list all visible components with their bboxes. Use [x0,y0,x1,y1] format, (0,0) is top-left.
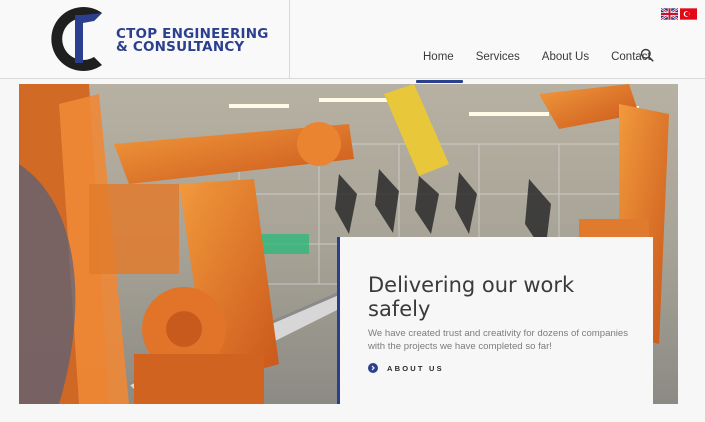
hero-description: We have created trust and creativity for… [368,328,629,352]
nav-services[interactable]: Services [476,51,520,63]
logo-line-2: & CONSULTANCY [116,39,245,55]
turkey-flag-icon[interactable] [680,8,697,20]
page: CTOP ENGINEERING & CONSULTANCY Home Serv… [0,0,705,422]
hero-title: Delivering our work safely [368,273,575,321]
logo[interactable]: CTOP ENGINEERING & CONSULTANCY [0,0,290,79]
about-us-link-label: ABOUT US [387,363,444,373]
language-switcher [661,8,697,20]
nav-home[interactable]: Home [416,51,463,83]
hero-card: Delivering our work safely We have creat… [337,237,653,404]
logo-text: CTOP ENGINEERING & CONSULTANCY [116,27,269,55]
main-nav: Home Services About Us Contact [416,47,673,83]
site-header: CTOP ENGINEERING & CONSULTANCY Home Serv… [0,0,705,83]
search-icon[interactable] [640,48,654,62]
uk-flag-icon[interactable] [661,8,678,20]
chevron-right-icon [368,363,378,373]
about-us-link[interactable]: ABOUT US [368,363,444,373]
nav-about-us[interactable]: About Us [542,51,589,63]
logo-mark-icon [51,7,102,71]
